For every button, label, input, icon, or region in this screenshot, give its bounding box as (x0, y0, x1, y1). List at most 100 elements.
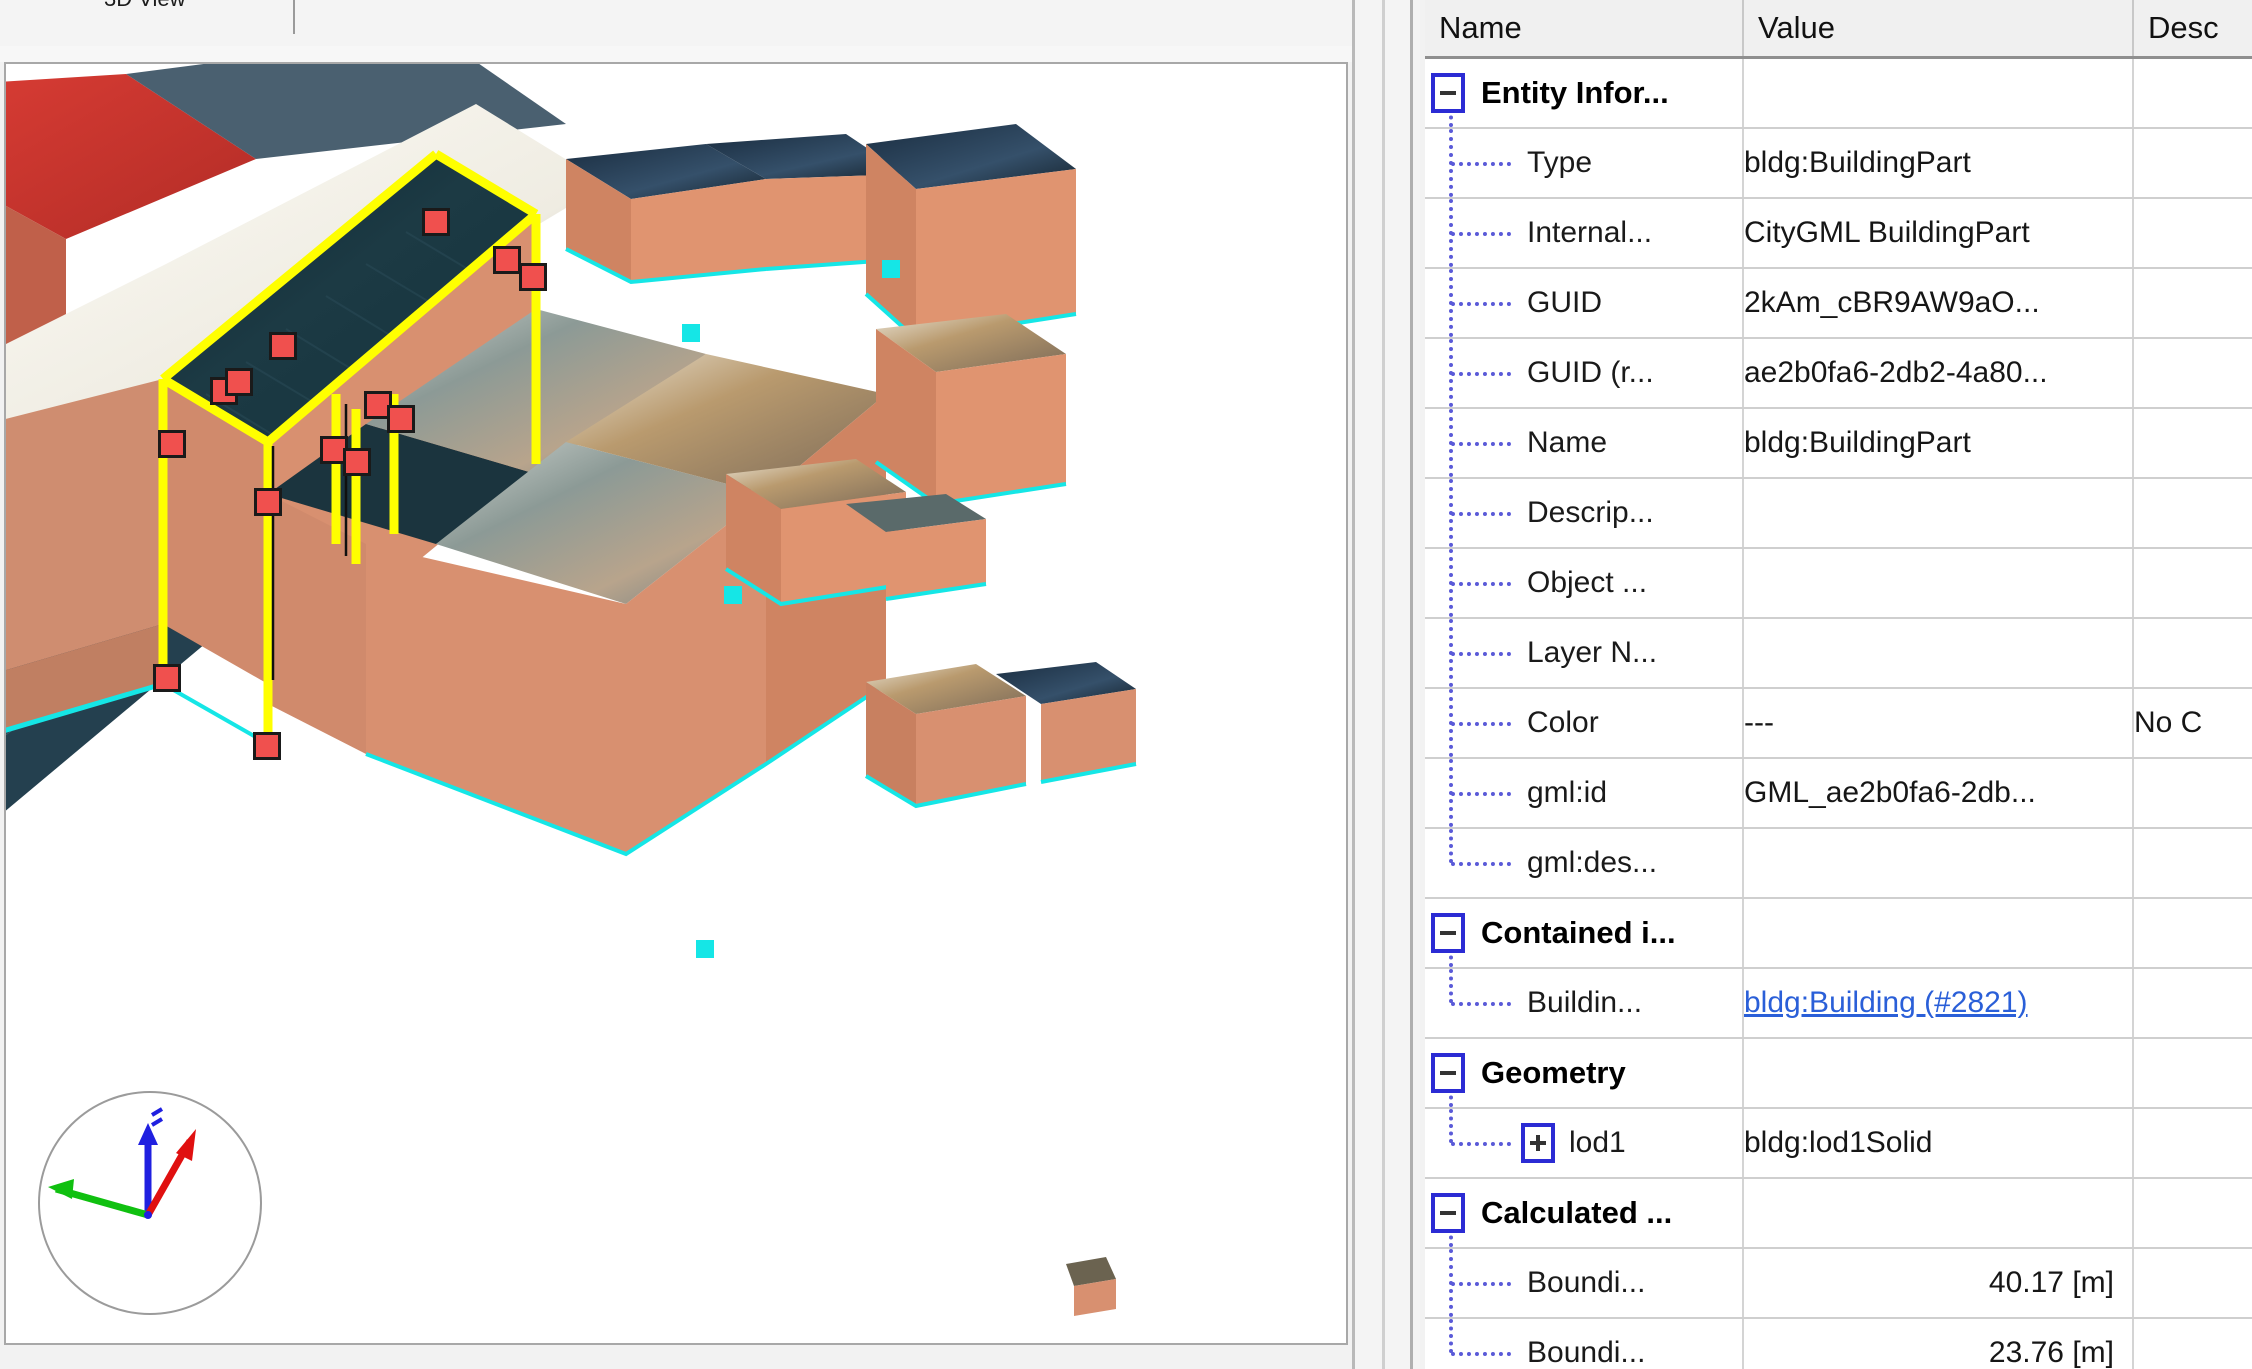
property-description-cell[interactable] (2133, 478, 2252, 548)
property-description-cell[interactable]: No C (2133, 688, 2252, 758)
property-description-cell[interactable] (2133, 338, 2252, 408)
property-description-cell[interactable] (2133, 268, 2252, 338)
vertex-handle[interactable] (422, 208, 450, 236)
table-row[interactable]: Entity Infor... (1425, 58, 2252, 129)
table-row[interactable]: Boundi...40.17 [m] (1425, 1248, 2252, 1318)
table-row[interactable]: Buildin...bldg:Building (#2821) (1425, 968, 2252, 1038)
property-description-cell[interactable] (2133, 128, 2252, 198)
property-name-cell[interactable]: GUID (1425, 268, 1743, 338)
property-value-cell[interactable] (1743, 618, 2133, 688)
vertex-handle[interactable] (253, 732, 281, 760)
column-header-desc[interactable]: Desc (2133, 0, 2252, 58)
property-name-cell[interactable]: Geometry (1425, 1038, 1743, 1108)
property-value-cell[interactable]: bldg:lod1Solid (1743, 1108, 2133, 1178)
column-header-value[interactable]: Value (1743, 0, 2133, 58)
property-name-cell[interactable]: Contained i... (1425, 898, 1743, 968)
table-row[interactable]: lod1bldg:lod1Solid (1425, 1108, 2252, 1178)
expand-icon[interactable] (1521, 1123, 1555, 1163)
property-value-cell[interactable] (1743, 898, 2133, 968)
collapse-icon[interactable] (1431, 1053, 1465, 1093)
table-row[interactable]: gml:idGML_ae2b0fa6-2db... (1425, 758, 2252, 828)
property-description-cell[interactable] (2133, 1248, 2252, 1318)
property-description-cell[interactable] (2133, 758, 2252, 828)
table-row[interactable]: GUID2kAm_cBR9AW9aO... (1425, 268, 2252, 338)
vertex-handle[interactable] (254, 488, 282, 516)
column-header-name[interactable]: Name (1425, 0, 1743, 58)
property-description-cell[interactable] (2133, 408, 2252, 478)
vertex-handle[interactable] (158, 430, 186, 458)
property-value-cell[interactable] (1743, 58, 2133, 129)
property-name-cell[interactable]: Internal... (1425, 198, 1743, 268)
property-value-cell[interactable]: 2kAm_cBR9AW9aO... (1743, 268, 2133, 338)
property-description-cell[interactable] (2133, 548, 2252, 618)
viewport-canvas[interactable] (6, 64, 1346, 1343)
table-row[interactable]: Color---No C (1425, 688, 2252, 758)
vertex-handle[interactable] (225, 368, 253, 396)
property-name-cell[interactable]: Name (1425, 408, 1743, 478)
property-description-cell[interactable] (2133, 198, 2252, 268)
property-description-cell[interactable] (2133, 58, 2252, 129)
table-row[interactable]: Typebldg:BuildingPart (1425, 128, 2252, 198)
vertex-handle[interactable] (343, 448, 371, 476)
table-row[interactable]: Object ... (1425, 548, 2252, 618)
table-row[interactable]: Namebldg:BuildingPart (1425, 408, 2252, 478)
property-name-cell[interactable]: Calculated ... (1425, 1178, 1743, 1248)
vertex-handle[interactable] (153, 664, 181, 692)
property-name-cell[interactable]: Boundi... (1425, 1248, 1743, 1318)
table-row[interactable]: GUID (r...ae2b0fa6-2db2-4a80... (1425, 338, 2252, 408)
property-name-cell[interactable]: Boundi... (1425, 1318, 1743, 1369)
property-value-cell[interactable]: bldg:BuildingPart (1743, 408, 2133, 478)
property-value-cell[interactable]: 40.17 [m] (1743, 1248, 2133, 1318)
property-value-cell[interactable]: 23.76 [m] (1743, 1318, 2133, 1369)
property-name-cell[interactable]: Descrip... (1425, 478, 1743, 548)
vertex-handle[interactable] (493, 246, 521, 274)
collapse-icon[interactable] (1431, 913, 1465, 953)
property-name-cell[interactable]: Layer N... (1425, 618, 1743, 688)
table-row[interactable]: Internal...CityGML BuildingPart (1425, 198, 2252, 268)
property-value-cell[interactable]: bldg:Building (#2821) (1743, 968, 2133, 1038)
property-description-cell[interactable] (2133, 1178, 2252, 1248)
property-name-cell[interactable]: Type (1425, 128, 1743, 198)
property-value-cell[interactable]: CityGML BuildingPart (1743, 198, 2133, 268)
property-description-cell[interactable] (2133, 1108, 2252, 1178)
panel-splitter[interactable] (1352, 0, 1420, 1369)
property-value-cell[interactable] (1743, 828, 2133, 898)
table-row[interactable]: Calculated ... (1425, 1178, 2252, 1248)
property-description-cell[interactable] (2133, 828, 2252, 898)
property-name-cell[interactable]: Object ... (1425, 548, 1743, 618)
table-row[interactable]: Layer N... (1425, 618, 2252, 688)
property-description-cell[interactable] (2133, 898, 2252, 968)
property-name-cell[interactable]: gml:des... (1425, 828, 1743, 898)
property-description-cell[interactable] (2133, 968, 2252, 1038)
property-value-cell[interactable] (1743, 1038, 2133, 1108)
property-name-cell[interactable]: lod1 (1425, 1108, 1743, 1178)
property-value-cell[interactable]: GML_ae2b0fa6-2db... (1743, 758, 2133, 828)
property-description-cell[interactable] (2133, 1038, 2252, 1108)
model-viewport[interactable] (4, 62, 1348, 1345)
property-value-cell[interactable]: --- (1743, 688, 2133, 758)
navigation-axis-gizmo[interactable] (38, 1091, 262, 1315)
collapse-icon[interactable] (1431, 73, 1465, 113)
table-row[interactable]: Boundi...23.76 [m] (1425, 1318, 2252, 1369)
vertex-handle[interactable] (519, 263, 547, 291)
collapse-icon[interactable] (1431, 1193, 1465, 1233)
property-value-cell[interactable]: bldg:BuildingPart (1743, 128, 2133, 198)
property-name-cell[interactable]: GUID (r... (1425, 338, 1743, 408)
property-value-cell[interactable] (1743, 548, 2133, 618)
property-name-cell[interactable]: Buildin... (1425, 968, 1743, 1038)
table-row[interactable]: Contained i... (1425, 898, 2252, 968)
table-row[interactable]: gml:des... (1425, 828, 2252, 898)
table-row[interactable]: Descrip... (1425, 478, 2252, 548)
property-value-cell[interactable] (1743, 1178, 2133, 1248)
vertex-handle[interactable] (269, 332, 297, 360)
property-name-cell[interactable]: Entity Infor... (1425, 58, 1743, 129)
property-name-cell[interactable]: gml:id (1425, 758, 1743, 828)
property-description-cell[interactable] (2133, 1318, 2252, 1369)
vertex-handle[interactable] (387, 405, 415, 433)
property-name-cell[interactable]: Color (1425, 688, 1743, 758)
property-value-link[interactable]: bldg:Building (#2821) (1744, 986, 2028, 1019)
property-value-cell[interactable]: ae2b0fa6-2db2-4a80... (1743, 338, 2133, 408)
table-row[interactable]: Geometry (1425, 1038, 2252, 1108)
property-description-cell[interactable] (2133, 618, 2252, 688)
property-table-panel[interactable]: Name Value Desc Entity Infor...Typebldg:… (1425, 0, 2252, 1369)
